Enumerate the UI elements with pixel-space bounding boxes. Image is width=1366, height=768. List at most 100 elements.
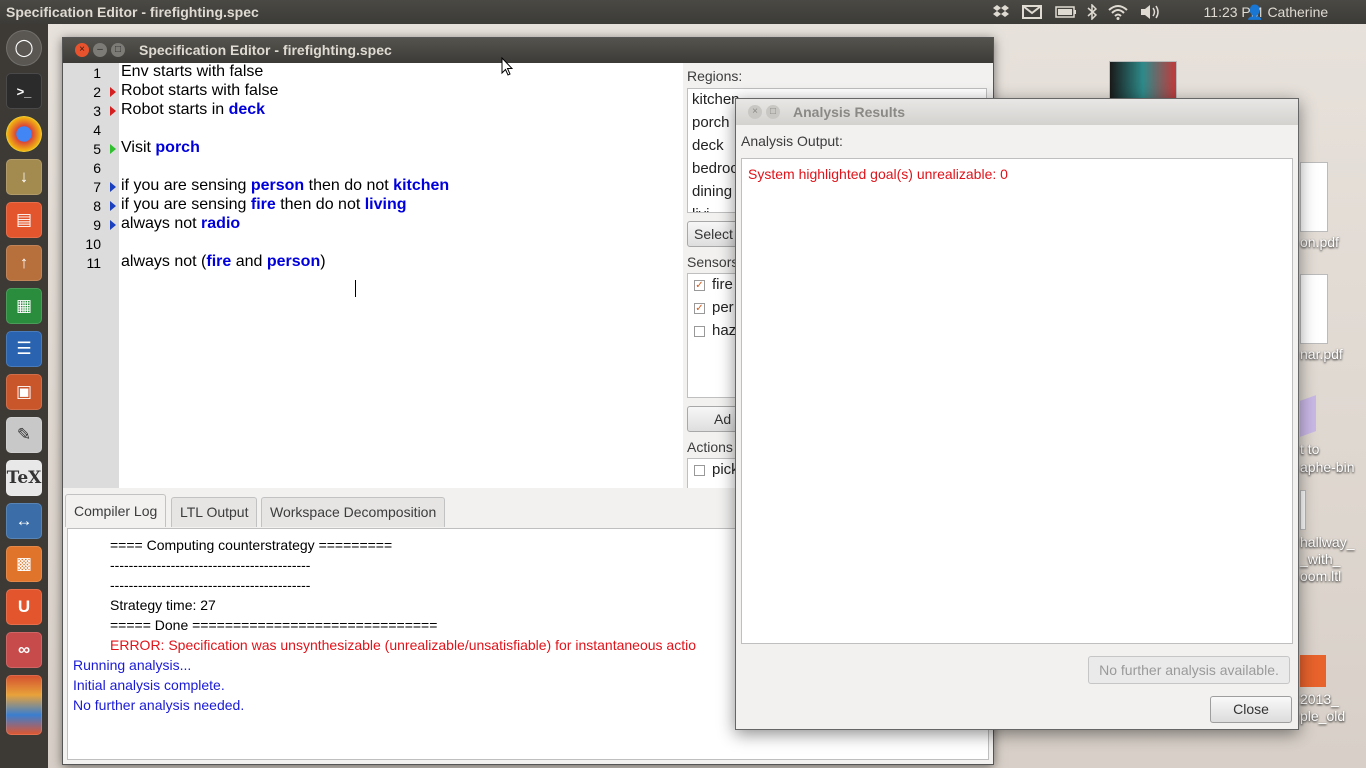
- code-text: ): [320, 253, 326, 270]
- line-number: 10: [85, 236, 101, 252]
- code-keyword: fire: [206, 253, 232, 270]
- desktop-file-label[interactable]: nar.pdf: [1300, 346, 1343, 362]
- code-line[interactable]: if you are sensing fire then do not livi…: [121, 196, 407, 214]
- archive-manager-icon[interactable]: ↓: [6, 159, 42, 195]
- desktop-file-label[interactable]: on.pdf: [1300, 234, 1339, 250]
- code-line[interactable]: always not (fire and person): [121, 253, 326, 271]
- action-checkbox[interactable]: [694, 465, 705, 476]
- analysis-output-label: Analysis Output:: [741, 133, 843, 149]
- sensor-checkbox[interactable]: ✓: [694, 303, 705, 314]
- region-item[interactable]: bedroc: [692, 160, 738, 177]
- code-line[interactable]: always not radio: [121, 215, 240, 233]
- code-keyword: porch: [155, 139, 200, 156]
- window-titlebar[interactable]: × – □ Specification Editor - firefightin…: [63, 38, 993, 63]
- error-marker-icon[interactable]: [110, 87, 116, 97]
- writer-icon[interactable]: ☰: [6, 331, 42, 367]
- tex-icon[interactable]: TeX: [6, 460, 42, 496]
- goal-marker-icon[interactable]: [110, 144, 116, 154]
- user-menu[interactable]: 👤 Catherine: [1246, 3, 1358, 21]
- spec-editor[interactable]: 1 2 3 4 5 6 7 8 9 10 11 Env starts with …: [63, 63, 683, 488]
- desktop-file-label[interactable]: hallway_: [1300, 534, 1354, 550]
- safety-marker-icon[interactable]: [110, 182, 116, 192]
- code-line[interactable]: Visit porch: [121, 139, 200, 157]
- minimize-window-icon[interactable]: –: [93, 43, 107, 57]
- sensor-label: haz: [712, 322, 737, 339]
- folder-icon[interactable]: [1300, 655, 1326, 687]
- misc-app-icon[interactable]: ∞: [6, 632, 42, 668]
- region-item[interactable]: deck: [692, 137, 724, 154]
- battery-icon[interactable]: [1054, 3, 1078, 21]
- desktop-file-label[interactable]: 2013_: [1300, 691, 1339, 707]
- region-item[interactable]: kitchen: [692, 91, 740, 108]
- region-item[interactable]: livi: [692, 206, 710, 212]
- close-button[interactable]: Close: [1210, 696, 1292, 723]
- maximize-window-icon[interactable]: □: [111, 43, 125, 57]
- line-number: 6: [93, 160, 101, 176]
- stacked-apps-icon[interactable]: [6, 675, 42, 735]
- code-text: Env starts with false: [121, 63, 264, 80]
- error-marker-icon[interactable]: [110, 106, 116, 116]
- script-icon[interactable]: [1300, 395, 1316, 437]
- ubuntu-one-icon[interactable]: U: [6, 589, 42, 625]
- software-updater-icon[interactable]: ↑: [6, 245, 42, 281]
- pdf-thumbnail[interactable]: [1300, 274, 1328, 344]
- close-window-icon[interactable]: ×: [75, 43, 89, 57]
- dialog-title: Analysis Results: [793, 104, 906, 120]
- tab-compiler-log[interactable]: Compiler Log: [65, 494, 167, 527]
- safety-marker-icon[interactable]: [110, 220, 116, 230]
- video-thumbnail[interactable]: [1109, 61, 1177, 101]
- bluetooth-icon[interactable]: [1084, 3, 1100, 21]
- text-editor-icon[interactable]: ✎: [6, 417, 42, 453]
- impress-icon[interactable]: ▣: [6, 374, 42, 410]
- log-line: No further analysis needed.: [73, 697, 245, 713]
- pdf-thumbnail[interactable]: [1300, 162, 1328, 232]
- code-keyword: radio: [201, 215, 241, 232]
- wifi-icon[interactable]: [1106, 3, 1130, 21]
- dialog-titlebar[interactable]: × □ Analysis Results: [736, 99, 1298, 125]
- code-text: if you are sensing: [121, 196, 251, 213]
- mail-icon[interactable]: [1020, 3, 1044, 21]
- analysis-results-dialog: × □ Analysis Results Analysis Output: Sy…: [735, 98, 1299, 730]
- chrome-icon[interactable]: [6, 116, 42, 152]
- regions-label: Regions:: [687, 68, 743, 84]
- volume-icon[interactable]: [1138, 3, 1162, 21]
- desktop-file-label[interactable]: t to: [1300, 441, 1319, 457]
- sensor-checkbox[interactable]: ✓: [694, 280, 705, 291]
- add-sensor-label: Ad: [714, 411, 732, 427]
- tab-ltl-output[interactable]: LTL Output: [171, 497, 258, 527]
- code-line[interactable]: Robot starts in deck: [121, 101, 265, 119]
- software-center-icon[interactable]: ▩: [6, 546, 42, 582]
- calc-icon[interactable]: ▦: [6, 288, 42, 324]
- log-line: ----------------------------------------…: [110, 557, 311, 573]
- active-app-title: Specification Editor - firefighting.spec: [6, 4, 259, 20]
- line-number: 2: [93, 84, 101, 100]
- log-line: Strategy time: 27: [110, 597, 216, 613]
- desktop-file-label[interactable]: aphe-bin: [1300, 459, 1355, 475]
- line-number: 1: [93, 65, 101, 81]
- maximize-dialog-icon[interactable]: □: [766, 105, 780, 119]
- dropbox-icon[interactable]: [990, 3, 1012, 21]
- desktop-file-label[interactable]: ple_old: [1300, 708, 1345, 724]
- line-number: 4: [93, 122, 101, 138]
- code-line[interactable]: Robot starts with false: [121, 82, 278, 100]
- code-line[interactable]: Env starts with false: [121, 63, 263, 81]
- dash-icon[interactable]: ◯: [6, 30, 42, 66]
- safety-marker-icon[interactable]: [110, 201, 116, 211]
- sensor-checkbox[interactable]: [694, 326, 705, 337]
- terminal-icon[interactable]: >_: [6, 73, 42, 109]
- code-line[interactable]: if you are sensing person then do not ki…: [121, 177, 449, 195]
- tab-workspace-decomposition[interactable]: Workspace Decomposition: [261, 497, 446, 527]
- analysis-output-box[interactable]: System highlighted goal(s) unrealizable:…: [741, 158, 1293, 644]
- region-item[interactable]: porch: [692, 114, 730, 131]
- line-number: 5: [93, 141, 101, 157]
- actions-label: Actions: [687, 439, 733, 455]
- ltl-file-thumbnail[interactable]: [1300, 490, 1306, 530]
- files-icon[interactable]: ▤: [6, 202, 42, 238]
- desktop-file-label[interactable]: _with_: [1300, 551, 1340, 567]
- close-dialog-icon[interactable]: ×: [748, 105, 762, 119]
- network-icon[interactable]: ↔: [6, 503, 42, 539]
- region-item[interactable]: dining: [692, 183, 732, 200]
- no-further-analysis-button[interactable]: No further analysis available.: [1088, 656, 1290, 684]
- line-number: 8: [93, 198, 101, 214]
- desktop-file-label[interactable]: oom.ltl: [1300, 568, 1341, 584]
